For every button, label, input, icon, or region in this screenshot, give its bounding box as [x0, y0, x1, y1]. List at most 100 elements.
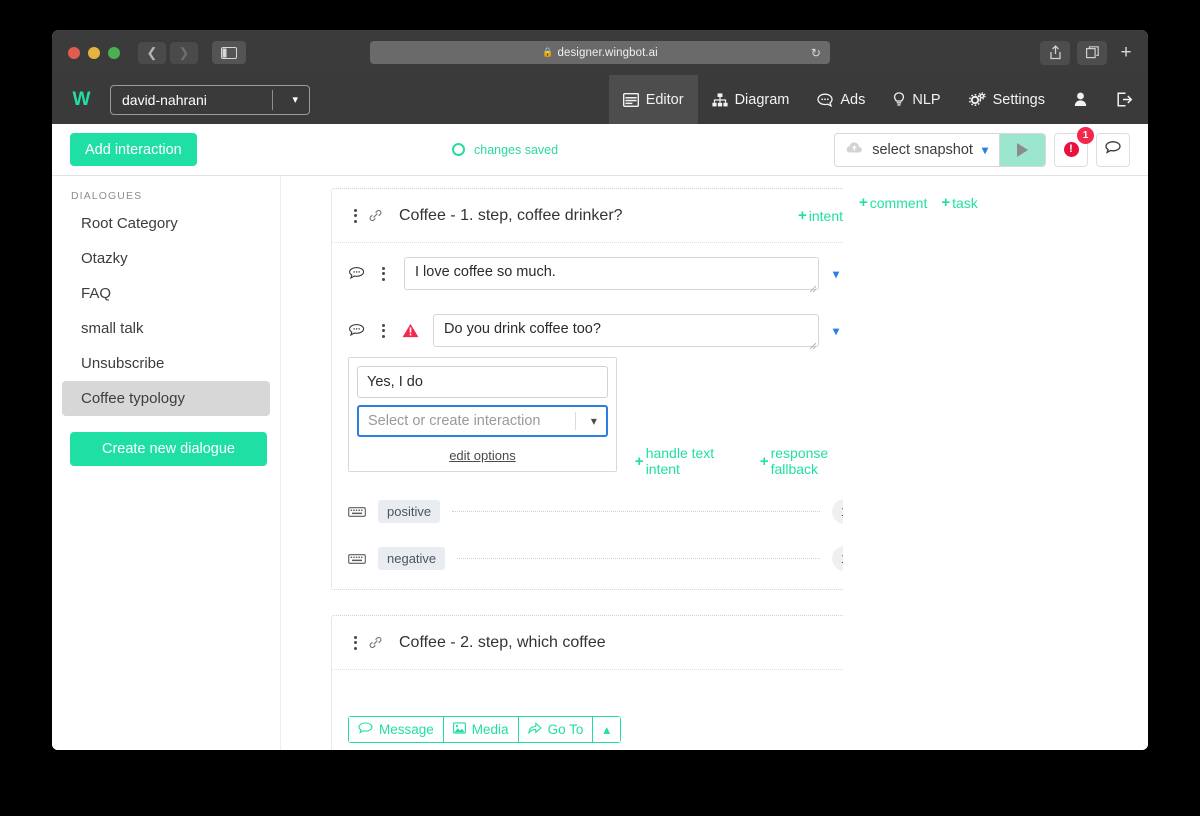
- nav-item-editor[interactable]: Editor: [608, 75, 698, 124]
- card-title: Coffee - 1. step, coffee drinker?: [399, 206, 623, 224]
- message-expand-chevron-icon[interactable]: ▾: [819, 267, 843, 281]
- chain-link-icon[interactable]: [368, 636, 383, 650]
- drag-dots-icon[interactable]: [348, 208, 362, 223]
- interaction-card: Coffee - 2. step, which coffee Message M…: [331, 615, 843, 750]
- forward-button[interactable]: ❯: [170, 41, 198, 64]
- add-message-button[interactable]: Message: [348, 716, 443, 743]
- nav-item-ads[interactable]: Ads: [803, 75, 879, 124]
- add-intent-label: intent: [808, 207, 843, 224]
- interaction-card: Coffee - 1. step, coffee drinker? + inte…: [331, 188, 843, 590]
- add-comment-link[interactable]: + comment: [859, 194, 927, 211]
- back-button[interactable]: ❮: [138, 41, 166, 64]
- response-fallback-link[interactable]: + response fallback: [760, 445, 843, 477]
- window-controls[interactable]: [68, 46, 120, 59]
- logout-icon: [1117, 92, 1133, 107]
- cloud-upload-icon: [846, 141, 863, 158]
- quick-reply-title-input[interactable]: [357, 366, 608, 398]
- card-header: Coffee - 1. step, coffee drinker? + inte…: [332, 189, 843, 243]
- sidebar-item-faq[interactable]: FAQ: [62, 276, 270, 311]
- address-bar[interactable]: 🔒 designer.wingbot.ai ↻: [370, 41, 830, 64]
- gears-icon: [968, 92, 986, 107]
- plus-icon: +: [941, 194, 951, 211]
- add-interaction-button[interactable]: Add interaction: [70, 133, 197, 166]
- share-icon[interactable]: [1040, 40, 1070, 65]
- chevron-up-icon: ▴: [603, 721, 611, 737]
- copy-tabs-icon[interactable]: [1077, 40, 1107, 65]
- minimize-window-button[interactable]: [88, 46, 100, 59]
- tag-row: positive 1 ▾: [348, 499, 843, 524]
- add-intent-link[interactable]: + intent: [798, 207, 843, 224]
- run-snapshot-button[interactable]: [999, 133, 1045, 166]
- alerts-button[interactable]: ! 1: [1054, 126, 1094, 167]
- interaction-select[interactable]: Select or create interaction ▾: [357, 405, 608, 437]
- add-media-label: Media: [471, 722, 509, 737]
- nav-item-settings[interactable]: Settings: [955, 75, 1059, 124]
- maximize-window-button[interactable]: [108, 46, 120, 59]
- card-body: Message Media Go To ▴: [332, 670, 843, 750]
- tag-label-positive[interactable]: positive: [378, 500, 441, 523]
- reload-icon[interactable]: ↻: [811, 46, 821, 60]
- add-message-label: Message: [379, 722, 434, 737]
- nav-item-logout[interactable]: [1102, 75, 1148, 124]
- sidebar-item-coffee-typology[interactable]: Coffee typology: [62, 381, 270, 416]
- comments-button[interactable]: [1096, 132, 1130, 167]
- handle-text-intent-label: handle text intent: [645, 445, 715, 477]
- sidebar-item-otazky[interactable]: Otazky: [62, 241, 270, 276]
- bot-selector[interactable]: david-nahrani ▾: [110, 84, 310, 115]
- sidebar-item-small-talk[interactable]: small talk: [62, 311, 270, 346]
- chrome-right-buttons: +: [1040, 40, 1138, 65]
- plus-icon: +: [859, 194, 868, 211]
- chevron-down-icon: ▾: [292, 94, 298, 106]
- bot-name-label: david-nahrani: [122, 91, 207, 108]
- browser-chrome: ❮ ❯ 🔒 designer.wingbot.ai ↻ +: [52, 30, 1148, 75]
- tag-count-negative: 1: [832, 546, 843, 571]
- message-expand-chevron-icon[interactable]: ▾: [819, 324, 843, 338]
- edit-options-row: edit options: [357, 447, 608, 465]
- response-fallback-label: response fallback: [770, 445, 829, 477]
- tag-label-negative[interactable]: negative: [378, 547, 446, 570]
- card-header: Coffee - 2. step, which coffee: [332, 616, 843, 670]
- chat-bubble-icon: [358, 722, 373, 737]
- new-tab-button[interactable]: +: [1114, 43, 1138, 62]
- message-row: I love coffee so much. ▾: [348, 257, 843, 293]
- message-text-input[interactable]: Do you drink coffee too?: [433, 314, 819, 347]
- chat-bubble-icon: [1104, 140, 1122, 160]
- bot-selector-divider: [272, 89, 273, 110]
- drag-dots-icon[interactable]: [376, 323, 390, 338]
- add-goto-button[interactable]: Go To: [517, 716, 593, 743]
- nav-label-ads: Ads: [840, 91, 866, 108]
- quick-reply-side-links: + handle text intent + response fallback: [635, 445, 843, 477]
- drag-dots-icon[interactable]: [376, 266, 390, 281]
- collapse-toolbar-button[interactable]: ▴: [592, 716, 622, 743]
- wingbot-logo[interactable]: W: [52, 89, 110, 111]
- browser-nav-buttons: ❮ ❯: [138, 41, 198, 64]
- nav-item-nlp[interactable]: NLP: [879, 75, 954, 124]
- add-media-button[interactable]: Media: [442, 716, 518, 743]
- snapshot-label: select snapshot: [872, 141, 973, 158]
- nav-item-user[interactable]: [1059, 75, 1102, 124]
- drag-dots-icon[interactable]: [348, 635, 362, 650]
- message-text-input[interactable]: I love coffee so much.: [404, 257, 819, 290]
- quick-reply-box: Select or create interaction ▾ edit opti…: [348, 357, 617, 472]
- chain-link-icon[interactable]: [368, 209, 383, 223]
- nav-item-diagram[interactable]: Diagram: [698, 75, 804, 124]
- chevron-down-icon: ▾: [981, 142, 988, 157]
- keyboard-icon: [348, 506, 370, 518]
- sidebar-toggle-icon[interactable]: [212, 41, 246, 64]
- sidebar-item-unsubscribe[interactable]: Unsubscribe: [62, 346, 270, 381]
- create-new-dialogue-button[interactable]: Create new dialogue: [70, 432, 267, 466]
- add-element-button-group: Message Media Go To ▴: [348, 716, 622, 743]
- message-input-wrap: I love coffee so much.: [404, 257, 819, 293]
- handle-text-intent-link[interactable]: + handle text intent: [635, 445, 752, 477]
- sidebar-item-root-category[interactable]: Root Category: [62, 206, 270, 241]
- close-window-button[interactable]: [68, 46, 80, 59]
- add-task-link[interactable]: + task: [941, 194, 977, 211]
- select-divider: [574, 412, 576, 430]
- lightbulb-icon: [893, 92, 905, 107]
- quick-reply-area: Select or create interaction ▾ edit opti…: [348, 357, 843, 477]
- snapshot-select[interactable]: select snapshot ▾: [835, 134, 999, 166]
- user-icon: [1074, 92, 1087, 107]
- comments-panel-actions: + comment + task: [859, 194, 1148, 211]
- add-comment-label: comment: [869, 194, 928, 211]
- edit-options-link[interactable]: edit options: [449, 448, 516, 463]
